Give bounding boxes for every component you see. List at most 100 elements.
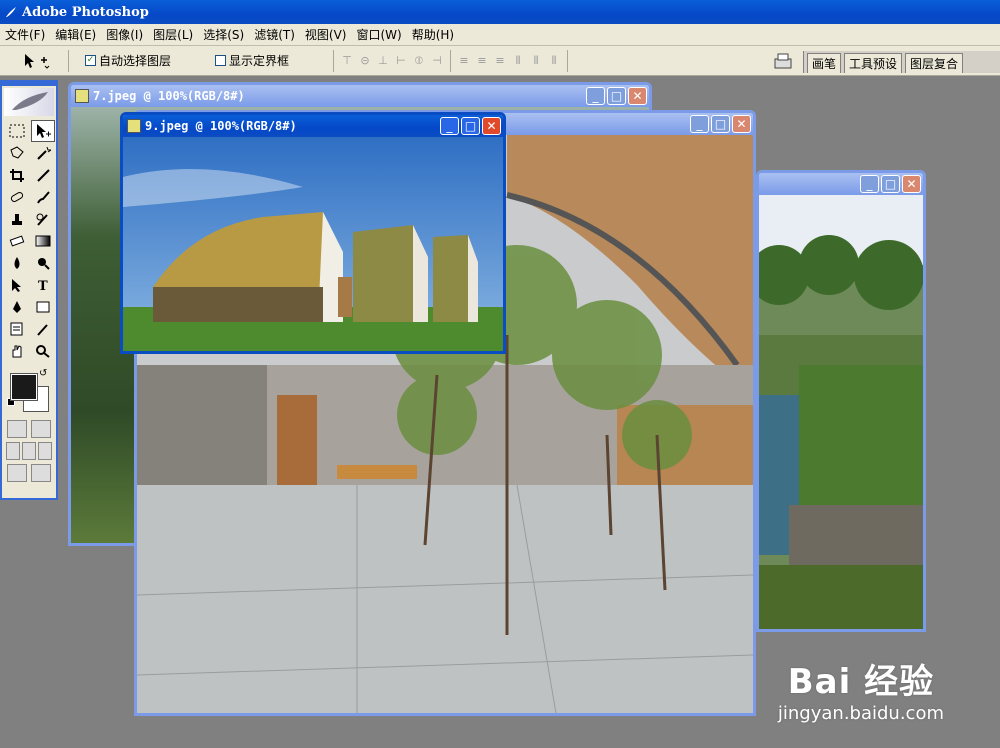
eraser-tool-icon[interactable] (5, 230, 29, 252)
brush-tool-icon[interactable] (31, 186, 55, 208)
move-tool-icon[interactable] (31, 120, 55, 142)
menu-image[interactable]: 图像(I) (101, 26, 148, 43)
zoom-tool-icon[interactable] (31, 340, 55, 362)
menu-edit[interactable]: 编辑(E) (50, 26, 101, 43)
document-titlebar[interactable]: 7.jpeg @ 100%(RGB/8#) (71, 85, 649, 107)
minimize-button[interactable]: _ (860, 175, 879, 193)
auto-select-layer-checkbox[interactable]: ✓ 自动选择图层 (85, 52, 171, 69)
document-title: 9.jpeg @ 100%(RGB/8#) (145, 119, 297, 133)
document-window-9[interactable]: 9.jpeg @ 100%(RGB/8#) _ □ ✕ (120, 112, 506, 354)
photoshop-feather-icon (6, 7, 16, 17)
align-vcenter-icon[interactable]: ⊝ (358, 54, 372, 68)
show-bounds-label: 显示定界框 (229, 54, 290, 68)
distribute-top-icon[interactable]: ≡ (457, 54, 471, 68)
align-left-icon[interactable]: ⊢ (394, 54, 408, 68)
foreground-color-swatch[interactable] (10, 373, 38, 401)
separator (450, 49, 452, 72)
distribute-vcenter-icon[interactable]: ≡ (475, 54, 489, 68)
close-button[interactable]: ✕ (628, 87, 647, 105)
document-window-garden[interactable]: _ □ ✕ (756, 170, 926, 632)
healing-brush-icon[interactable] (5, 186, 29, 208)
move-tool-icon (25, 53, 50, 69)
image-canvas-garden[interactable] (759, 195, 923, 629)
checkbox-checked[interactable]: ✓ (85, 55, 96, 66)
maximize-button[interactable]: □ (461, 117, 480, 135)
screen-mode-fullmenu-icon[interactable] (22, 442, 36, 460)
maximize-button[interactable]: □ (711, 115, 730, 133)
separator (567, 49, 569, 72)
separator (333, 49, 335, 72)
notes-tool-icon[interactable] (5, 318, 29, 340)
jump-to-imageready-icon[interactable] (7, 464, 27, 482)
maximize-button[interactable]: □ (607, 87, 626, 105)
quick-mask-icon[interactable] (31, 420, 51, 438)
distribute-bottom-icon[interactable]: ≡ (493, 54, 507, 68)
distribute-left-icon[interactable]: ⦀ (511, 54, 525, 68)
minimize-button[interactable]: _ (586, 87, 605, 105)
menu-file[interactable]: 文件(F) (0, 26, 50, 43)
toolbox-header[interactable] (4, 88, 54, 116)
close-button[interactable]: ✕ (732, 115, 751, 133)
mask-mode-row (2, 418, 56, 440)
svg-text:T: T (38, 279, 48, 292)
pen-tool-icon[interactable] (5, 296, 29, 318)
marquee-tool-icon[interactable] (5, 120, 29, 142)
blur-tool-icon[interactable] (5, 252, 29, 274)
swap-colors-icon[interactable]: ↺ (39, 368, 47, 379)
menu-view[interactable]: 视图(V) (300, 26, 352, 43)
crop-tool-icon[interactable] (5, 164, 29, 186)
image-canvas-turf-houses[interactable] (123, 137, 503, 351)
distribute-hcenter-icon[interactable]: ⦀ (529, 54, 543, 68)
window-controls: _ □ ✕ (860, 175, 921, 193)
window-controls: _ □ ✕ (690, 115, 751, 133)
type-tool-icon[interactable]: T (31, 274, 55, 296)
standard-mode-icon[interactable] (7, 420, 27, 438)
align-hcenter-icon[interactable]: ⦶ (412, 54, 426, 68)
screen-mode-standard-icon[interactable] (6, 442, 20, 460)
color-swatches: ↺ (5, 368, 53, 414)
path-select-icon[interactable] (5, 274, 29, 296)
toolbox: T ↺ (0, 80, 58, 500)
close-button[interactable]: ✕ (482, 117, 501, 135)
distribute-right-icon[interactable]: ⦀ (547, 54, 561, 68)
file-browser-button[interactable] (772, 51, 794, 71)
menu-layer[interactable]: 图层(L) (148, 26, 198, 43)
maximize-button[interactable]: □ (881, 175, 900, 193)
history-brush-icon[interactable] (31, 208, 55, 230)
tab-brushes[interactable]: 画笔 (807, 53, 842, 73)
close-button[interactable]: ✕ (902, 175, 921, 193)
gradient-tool-icon[interactable] (31, 230, 55, 252)
file-browser-icon (774, 53, 792, 69)
magic-wand-icon[interactable] (31, 142, 55, 164)
clone-stamp-icon[interactable] (5, 208, 29, 230)
eyedropper-icon[interactable] (31, 318, 55, 340)
tab-layer-comps[interactable]: 图层复合 (905, 53, 964, 73)
align-top-icon[interactable]: ⊤ (340, 54, 354, 68)
screen-mode-row (2, 440, 56, 462)
document-icon (75, 89, 89, 103)
slice-tool-icon[interactable] (31, 164, 55, 186)
align-right-icon[interactable]: ⊣ (430, 54, 444, 68)
menu-select[interactable]: 选择(S) (198, 26, 249, 43)
menu-help[interactable]: 帮助(H) (407, 26, 459, 43)
watermark-url: jingyan.baidu.com (777, 703, 944, 724)
lasso-tool-icon[interactable] (5, 142, 29, 164)
app-titlebar: Adobe Photoshop (0, 0, 1000, 24)
dodge-tool-icon[interactable] (31, 252, 55, 274)
minimize-button[interactable]: _ (690, 115, 709, 133)
shape-tool-icon[interactable] (31, 296, 55, 318)
tab-tool-presets[interactable]: 工具预设 (844, 53, 903, 73)
screen-mode-full-icon[interactable] (38, 442, 52, 460)
menu-filter[interactable]: 滤镜(T) (249, 26, 300, 43)
menu-window[interactable]: 窗口(W) (351, 26, 406, 43)
align-bottom-icon[interactable]: ⊥ (376, 54, 390, 68)
garden-photo (759, 195, 923, 629)
window-controls: _ □ ✕ (440, 117, 501, 135)
auto-select-label: 自动选择图层 (99, 54, 172, 68)
tool-preset-picker[interactable] (10, 48, 62, 74)
edit-in-imageready-icon[interactable] (31, 464, 51, 482)
checkbox-unchecked[interactable] (215, 55, 227, 66)
minimize-button[interactable]: _ (440, 117, 459, 135)
hand-tool-icon[interactable] (5, 340, 29, 362)
show-bounding-box-checkbox[interactable]: 显示定界框 (215, 52, 289, 69)
